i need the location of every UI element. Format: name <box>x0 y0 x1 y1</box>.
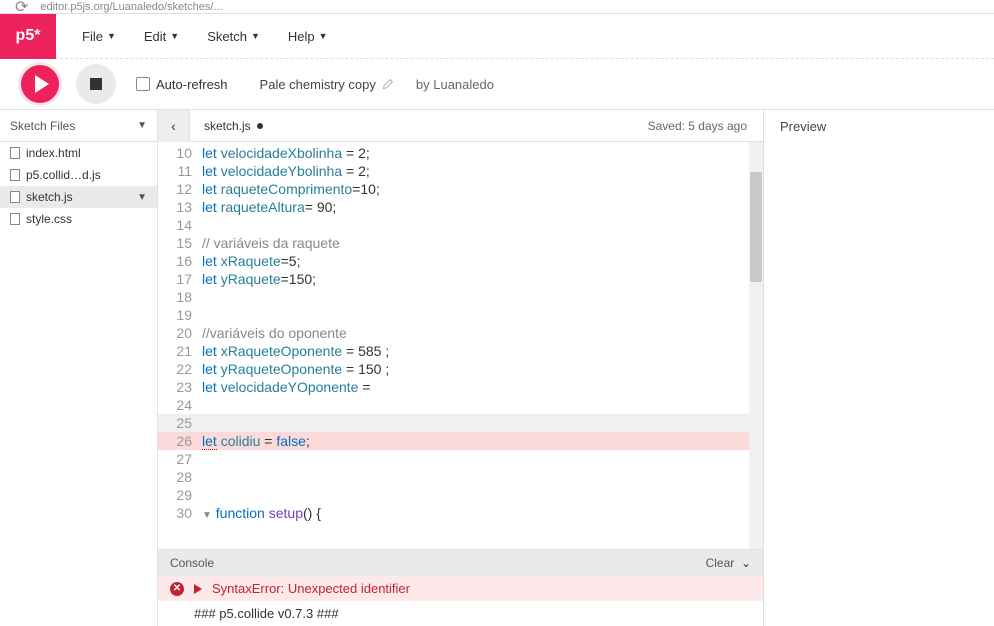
browser-address-bar: ⟳ editor.p5js.org/Luanaledo/sketches/... <box>0 0 994 14</box>
code-content[interactable]: let velocidadeXbolinha = 2; let velocida… <box>198 142 763 549</box>
unsaved-dot-icon <box>257 123 263 129</box>
file-icon <box>10 213 20 225</box>
line-gutter: 1011121314151617181920212223242526272829… <box>158 142 198 549</box>
console-title: Console <box>170 556 214 570</box>
author-label: by Luanaledo <box>416 77 494 92</box>
checkbox-icon[interactable] <box>136 77 150 91</box>
clear-button[interactable]: Clear <box>706 556 735 570</box>
p5-logo[interactable]: p5* <box>0 14 56 59</box>
chevron-down-icon: ▼ <box>251 31 260 41</box>
scrollbar-thumb[interactable] <box>750 172 762 282</box>
file-item-sketch[interactable]: sketch.js▼ <box>0 186 157 208</box>
stop-button[interactable] <box>76 64 116 104</box>
code-editor[interactable]: 1011121314151617181920212223242526272829… <box>158 142 763 549</box>
sidebar-header[interactable]: Sketch Files ▼ <box>0 110 157 142</box>
console-body: ✕ SyntaxError: Unexpected identifier ###… <box>158 576 763 626</box>
top-menu-bar: p5* File▼ Edit▼ Sketch▼ Help▼ <box>0 14 994 59</box>
error-message: SyntaxError: Unexpected identifier <box>212 581 410 596</box>
sketch-name[interactable]: Pale chemistry copy <box>260 77 394 92</box>
chevron-down-icon[interactable]: ▼ <box>137 120 147 131</box>
menu-edit[interactable]: Edit▼ <box>130 23 193 50</box>
console-error-row[interactable]: ✕ SyntaxError: Unexpected identifier <box>158 576 763 601</box>
auto-refresh-label: Auto-refresh <box>156 77 228 92</box>
error-icon: ✕ <box>170 582 184 596</box>
chevron-down-icon: ▼ <box>170 31 179 41</box>
collapse-sidebar-button[interactable]: ‹ <box>158 110 190 142</box>
main-area: Sketch Files ▼ index.html p5.collid…d.js… <box>0 109 994 626</box>
saved-status: Saved: 5 days ago <box>648 119 763 133</box>
stop-icon <box>90 78 102 90</box>
sidebar: Sketch Files ▼ index.html p5.collid…d.js… <box>0 110 158 626</box>
console-actions: Clear ⌄ <box>706 556 751 570</box>
menu-help[interactable]: Help▼ <box>274 23 342 50</box>
file-item-style[interactable]: style.css <box>0 208 157 230</box>
chevron-down-icon[interactable]: ⌄ <box>741 556 751 570</box>
scrollbar-track[interactable] <box>749 142 763 549</box>
console-header[interactable]: Console Clear ⌄ <box>158 550 763 576</box>
file-tab[interactable]: sketch.js <box>190 119 277 133</box>
expand-icon[interactable] <box>194 584 202 594</box>
preview-header: Preview <box>764 110 994 142</box>
menu: File▼ Edit▼ Sketch▼ Help▼ <box>68 23 342 50</box>
auto-refresh-toggle[interactable]: Auto-refresh <box>136 77 228 92</box>
file-icon <box>10 191 20 203</box>
console-log-row: ### p5.collide v0.7.3 ### <box>158 601 763 626</box>
console: Console Clear ⌄ ✕ SyntaxError: Unexpecte… <box>158 549 763 626</box>
file-item-collide[interactable]: p5.collid…d.js <box>0 164 157 186</box>
toolbar: Auto-refresh Pale chemistry copy by Luan… <box>0 59 994 109</box>
chevron-down-icon: ▼ <box>107 31 116 41</box>
file-icon <box>10 147 20 159</box>
menu-file[interactable]: File▼ <box>68 23 130 50</box>
play-icon <box>35 75 49 93</box>
fold-marker-icon[interactable]: ▼ <box>202 510 212 521</box>
chevron-down-icon[interactable]: ▼ <box>137 192 147 203</box>
file-icon <box>10 169 20 181</box>
chevron-down-icon: ▼ <box>319 31 328 41</box>
preview-column: Preview <box>764 110 994 626</box>
editor-topbar: ‹ sketch.js Saved: 5 days ago <box>158 110 763 142</box>
play-button[interactable] <box>18 62 62 106</box>
editor-column: ‹ sketch.js Saved: 5 days ago 1011121314… <box>158 110 764 626</box>
reload-icon[interactable]: ⟳ <box>15 0 28 14</box>
url-text: editor.p5js.org/Luanaledo/sketches/... <box>40 1 222 13</box>
menu-sketch[interactable]: Sketch▼ <box>193 23 274 50</box>
file-item-index[interactable]: index.html <box>0 142 157 164</box>
pencil-icon[interactable] <box>382 78 394 90</box>
